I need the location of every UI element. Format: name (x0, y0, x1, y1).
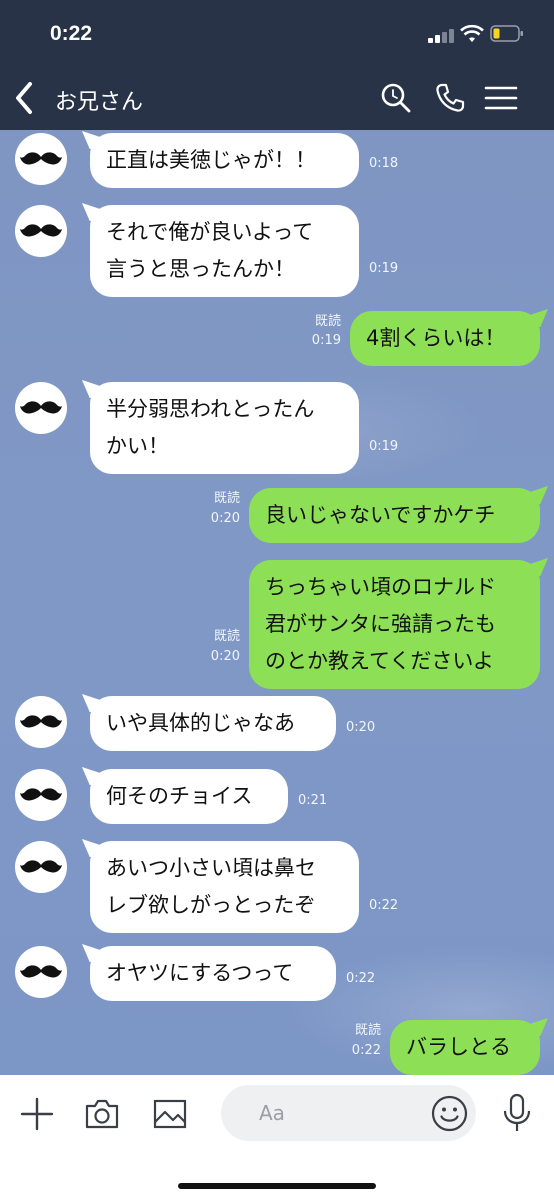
battery-icon (490, 25, 523, 42)
avatar[interactable] (15, 769, 67, 821)
signal-icon (428, 28, 456, 43)
message-bubble-outgoing[interactable]: 良いじゃないですかケチ (249, 488, 540, 543)
emoji-icon[interactable] (431, 1095, 468, 1132)
avatar[interactable] (15, 946, 67, 998)
message-bubble-incoming[interactable]: それで俺が良いよって 言うと思ったんか！ (90, 205, 359, 297)
message-time: 0:22 (351, 1043, 381, 1058)
chat-area[interactable]: 正直は美徳じゃが！！ 0:18 それで俺が良いよって 言うと思ったんか！ 0:1… (0, 130, 554, 1075)
message-read-status: 既読 (213, 491, 240, 506)
menu-icon[interactable] (484, 84, 518, 112)
status-time: 0:22 (50, 22, 93, 45)
plus-icon[interactable] (20, 1097, 54, 1131)
message-time: 0:19 (369, 439, 399, 454)
camera-icon[interactable] (84, 1097, 120, 1131)
message-time: 0:20 (210, 649, 240, 664)
mustache-icon (20, 715, 62, 728)
message-bubble-incoming[interactable]: あいつ小さい頃は鼻セ レブ欲しがっとったぞ (90, 841, 359, 933)
message-read-status: 既読 (213, 629, 240, 644)
wifi-icon (460, 24, 484, 42)
message-bubble-outgoing[interactable]: バラしとる (390, 1020, 540, 1075)
chat-title: お兄さん (55, 90, 144, 115)
mustache-icon (20, 788, 62, 801)
back-icon[interactable] (10, 80, 40, 116)
message-bubble-incoming[interactable]: オヤツにするつって (90, 946, 336, 1001)
phone-icon[interactable] (434, 82, 466, 114)
avatar[interactable] (15, 696, 67, 748)
avatar[interactable] (15, 133, 67, 185)
avatar[interactable] (15, 205, 67, 257)
avatar[interactable] (15, 841, 67, 893)
mustache-icon (20, 965, 62, 978)
mic-icon[interactable] (502, 1093, 532, 1133)
message-time: 0:20 (346, 720, 376, 735)
search-icon[interactable] (380, 82, 412, 114)
message-time: 0:19 (369, 261, 399, 276)
input-bar (0, 1075, 554, 1200)
mustache-icon (20, 860, 62, 873)
message-time: 0:18 (369, 156, 399, 171)
mustache-icon (20, 224, 62, 237)
message-read-status: 既読 (314, 314, 341, 329)
message-read-status: 既読 (354, 1023, 381, 1038)
mustache-icon (20, 152, 62, 165)
message-time: 0:21 (298, 793, 328, 808)
message-bubble-incoming[interactable]: いや具体的じゃなあ (90, 696, 336, 751)
message-bubble-incoming[interactable]: 正直は美徳じゃが！！ (90, 133, 359, 188)
message-bubble-outgoing[interactable]: 4割くらいは！ (350, 311, 540, 366)
mustache-icon (20, 401, 62, 414)
message-bubble-incoming[interactable]: 何そのチョイス (90, 769, 288, 824)
home-indicator[interactable] (178, 1183, 376, 1189)
chat-header: 0:22 お兄さん (0, 0, 554, 130)
message-time: 0:22 (346, 971, 376, 986)
message-time: 0:22 (369, 898, 399, 913)
image-icon[interactable] (152, 1097, 188, 1131)
message-time: 0:19 (311, 333, 341, 348)
message-bubble-incoming[interactable]: 半分弱思われとったん かい！ (90, 382, 359, 474)
avatar[interactable] (15, 382, 67, 434)
message-time: 0:20 (210, 511, 240, 526)
message-bubble-outgoing[interactable]: ちっちゃい頃のロナルド 君がサンタに強請ったも のとか教えてくださいよ (249, 560, 540, 689)
